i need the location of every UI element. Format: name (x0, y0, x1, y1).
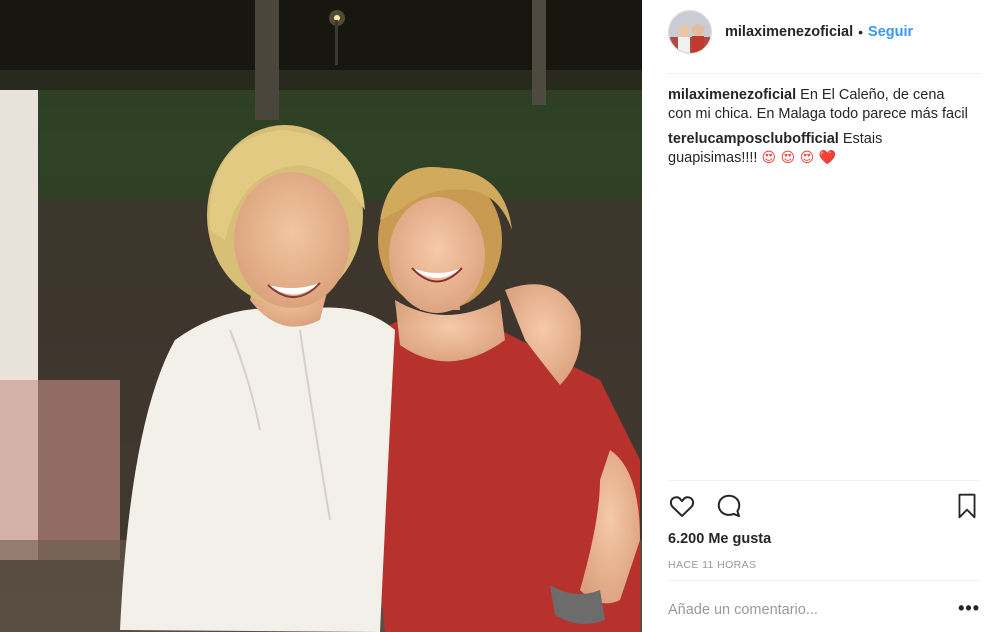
avatar[interactable] (668, 10, 712, 54)
header-divider (668, 73, 980, 74)
likes-count[interactable]: 6.200 Me gusta (668, 531, 771, 547)
post-timestamp: HACE 11 HORAS (668, 559, 757, 571)
add-comment-bar: ••• (668, 598, 980, 622)
comment-box-divider (668, 580, 980, 581)
comment-username[interactable]: terelucamposclubofficial (668, 131, 839, 147)
caption-username[interactable]: milaximenezoficial (668, 87, 796, 103)
comments-list: milaximenezoficial En El Caleño, de cena… (668, 86, 968, 174)
bookmark-icon[interactable] (954, 492, 980, 525)
post-photo[interactable] (0, 0, 642, 632)
comment-item: terelucamposclubofficial Estais guapisim… (668, 130, 968, 168)
header-separator: • (858, 24, 864, 40)
photo-illustration (0, 0, 642, 632)
comment-bubble-icon[interactable] (715, 492, 743, 525)
comment-emojis: 😍 😍 😍 ❤️ (761, 150, 837, 166)
more-options-icon[interactable]: ••• (958, 598, 980, 619)
heart-icon[interactable] (668, 492, 696, 525)
follow-button[interactable]: Seguir (868, 24, 913, 40)
post-author[interactable]: milaximenezoficial (725, 24, 853, 40)
actions-divider (668, 480, 980, 481)
post-side-panel: milaximenezoficial • Seguir milaximenezo… (642, 0, 1000, 632)
post-actions (668, 492, 980, 522)
caption: milaximenezoficial En El Caleño, de cena… (668, 86, 968, 124)
comment-input[interactable] (668, 602, 938, 618)
avatar-image (669, 11, 711, 53)
post-header: milaximenezoficial • Seguir (668, 10, 980, 54)
